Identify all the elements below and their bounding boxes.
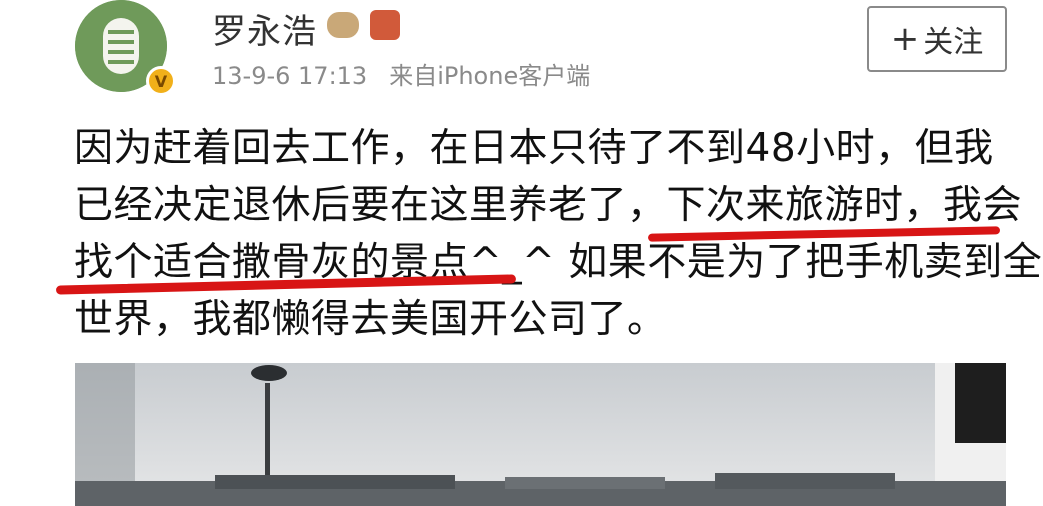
plus-icon: + [890,19,920,59]
photo-scene [75,363,1006,506]
verified-badge-label: V [154,71,168,91]
post-photo[interactable] [75,363,1006,506]
follow-button[interactable]: + 关注 [867,6,1007,72]
post-source: 来自iPhone客户端 [389,62,591,90]
username[interactable]: 罗永浩 [212,4,317,53]
verified-badge: V [146,66,176,96]
post-text-line: 已经决定退休后要在这里养老了，下次来旅游时，我会 [74,183,1023,228]
level-badge-icon[interactable] [370,10,400,40]
member-badge-icon[interactable] [327,12,359,38]
post-text-line: 世界，我都懒得去美国开公司了。 [74,297,667,342]
follow-button-label: 关注 [923,25,984,60]
post-text-line: 因为赶着回去工作，在日本只待了不到48小时，但我 [74,126,994,171]
post-meta: 13-9-6 17:13 来自iPhone客户端 [212,56,590,91]
post-datetime: 13-9-6 17:13 [212,62,368,90]
